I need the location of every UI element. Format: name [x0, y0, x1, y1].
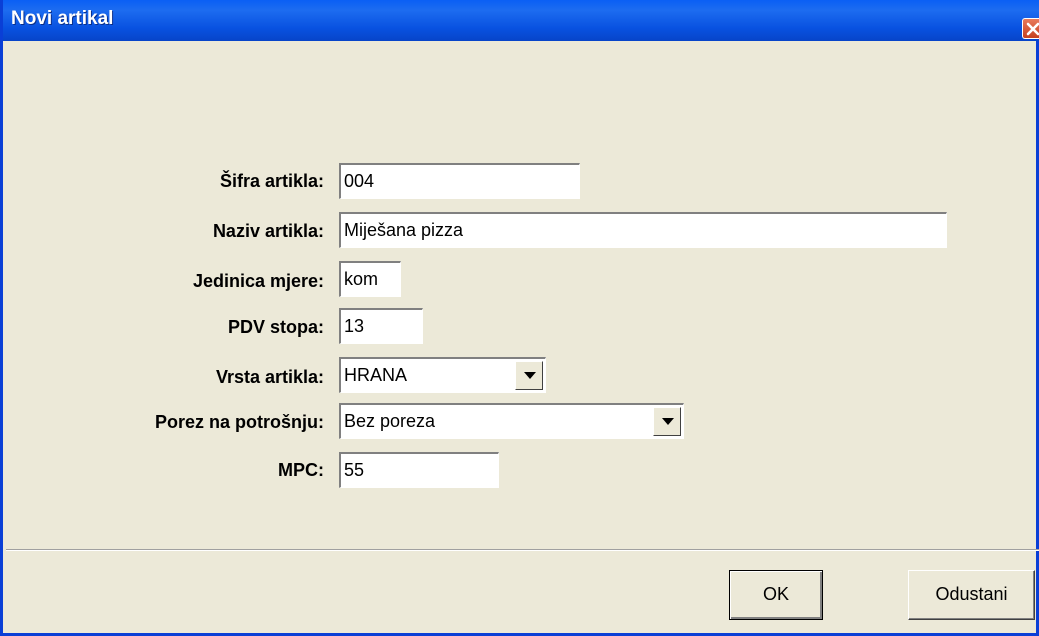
- porez-value: Bez poreza: [344, 411, 436, 431]
- dialog-window: Novi artikal Šifra artikla: 004 Naziv ar…: [0, 0, 1039, 636]
- sifra-label: Šifra artikla:: [219, 171, 324, 191]
- vrsta-dropdown-button[interactable]: [515, 361, 543, 390]
- naziv-label: Naziv artikla:: [212, 221, 324, 241]
- jedinica-input[interactable]: kom: [339, 261, 401, 297]
- sifra-input[interactable]: 004: [339, 163, 580, 199]
- naziv-input[interactable]: Miješana pizza: [339, 212, 947, 248]
- close-button[interactable]: [1022, 18, 1039, 39]
- jedinica-value: kom: [344, 269, 379, 289]
- chevron-down-icon: [524, 372, 536, 379]
- button-bar-separator: [6, 549, 1039, 551]
- mpc-label: MPC:: [278, 460, 324, 480]
- close-icon: [1026, 22, 1039, 36]
- ok-button[interactable]: OK: [729, 570, 823, 620]
- porez-label: Porez na potrošnju:: [154, 412, 324, 432]
- pdv-value: 13: [344, 316, 365, 336]
- jedinica-label: Jedinica mjere:: [192, 271, 324, 291]
- title-bar[interactable]: Novi artikal: [3, 0, 1039, 41]
- sifra-value: 004: [344, 171, 375, 191]
- porez-dropdown-button[interactable]: [653, 407, 681, 436]
- naziv-value: Miješana pizza: [344, 220, 464, 240]
- vrsta-label: Vrsta artikla:: [215, 367, 324, 387]
- pdv-input[interactable]: 13: [339, 308, 423, 344]
- mpc-input[interactable]: 55: [339, 452, 499, 488]
- vrsta-value: HRANA: [344, 365, 408, 385]
- window-title: Novi artikal: [11, 8, 114, 29]
- vrsta-select[interactable]: HRANA: [339, 357, 546, 393]
- porez-select[interactable]: Bez poreza: [339, 403, 684, 439]
- mpc-value: 55: [344, 460, 365, 480]
- chevron-down-icon: [662, 418, 674, 425]
- cancel-button[interactable]: Odustani: [908, 570, 1035, 620]
- pdv-label: PDV stopa:: [227, 317, 324, 337]
